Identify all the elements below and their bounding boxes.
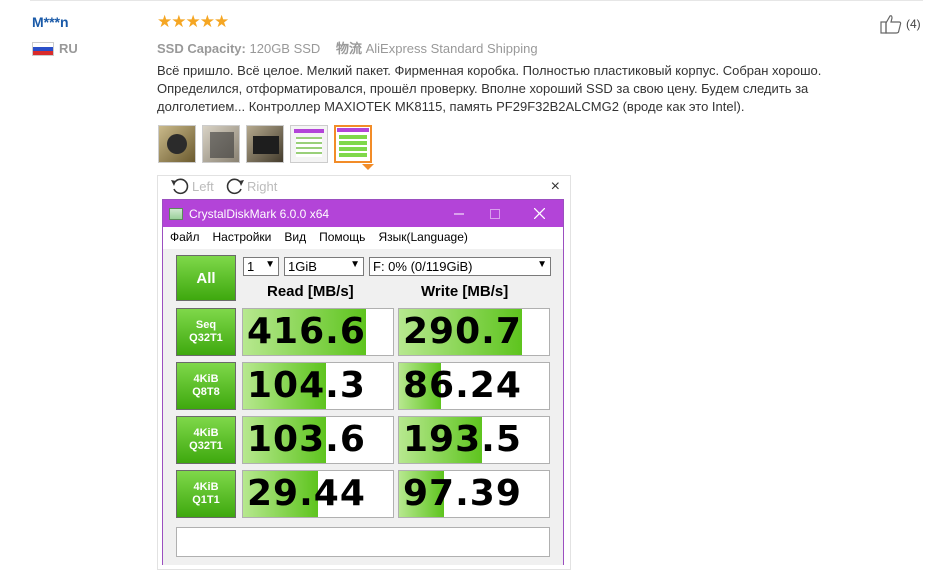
row-label-line1: 4KiB bbox=[193, 427, 219, 439]
crystaldiskmark-window: CrystalDiskMark 6.0.0 x64 Файл Настройки… bbox=[162, 199, 564, 565]
seq-q32t1-button[interactable]: Seq Q32T1 bbox=[176, 308, 236, 356]
read-result-cell: 103.6 bbox=[242, 416, 394, 464]
minimize-icon bbox=[454, 213, 464, 214]
russia-flag-icon bbox=[32, 41, 54, 56]
read-result-value: 416.6 bbox=[247, 311, 366, 352]
write-result-cell: 290.7 bbox=[398, 308, 550, 356]
row-label-line1: Seq bbox=[195, 319, 217, 331]
write-result-value: 290.7 bbox=[403, 311, 522, 352]
row-label-line1: 4KiB bbox=[193, 481, 219, 493]
menu-bar: Файл Настройки Вид Помощь Язык(Language) bbox=[163, 227, 563, 247]
thumbnail-pointer bbox=[362, 164, 374, 170]
crystaldiskmark-app-icon bbox=[169, 207, 183, 220]
menu-view[interactable]: Вид bbox=[284, 230, 306, 244]
4kib-q8t8-button[interactable]: 4KiB Q8T8 bbox=[176, 362, 236, 410]
separator-line bbox=[30, 0, 923, 1]
rotate-left-icon bbox=[171, 178, 189, 195]
window-title: CrystalDiskMark 6.0.0 x64 bbox=[189, 206, 330, 221]
thumbnail-graphic bbox=[210, 132, 234, 158]
4kib-q1t1-button[interactable]: 4KiB Q1T1 bbox=[176, 470, 236, 518]
shipping-value: AliExpress Standard Shipping bbox=[365, 41, 538, 56]
rotate-right-button[interactable]: Right bbox=[225, 177, 277, 195]
read-result-value: 29.44 bbox=[247, 473, 366, 514]
write-column-header: Write [MB/s] bbox=[421, 283, 509, 300]
close-button[interactable] bbox=[521, 200, 557, 227]
read-column-header: Read [MB/s] bbox=[267, 283, 354, 300]
row-label-line2: Q32T1 bbox=[189, 440, 223, 452]
test-count-value: 1 bbox=[247, 259, 255, 274]
rotate-right-icon bbox=[226, 178, 244, 195]
run-all-button[interactable]: All bbox=[176, 255, 236, 301]
helpful-count: (4) bbox=[906, 17, 921, 31]
reviewer-country: RU bbox=[32, 41, 78, 56]
menu-settings[interactable]: Настройки bbox=[213, 230, 272, 244]
chevron-down-icon: ▼ bbox=[537, 259, 547, 270]
row-label-line2: Q1T1 bbox=[192, 494, 220, 506]
row-label-line2: Q8T8 bbox=[192, 386, 220, 398]
comment-field[interactable] bbox=[176, 527, 550, 557]
thumbnail-graphic bbox=[253, 136, 279, 154]
rotate-left-label: Left bbox=[192, 178, 214, 194]
chevron-down-icon: ▼ bbox=[265, 259, 275, 270]
4kib-q32t1-button[interactable]: 4KiB Q32T1 bbox=[176, 416, 236, 464]
row-label-line1: 4KiB bbox=[193, 373, 219, 385]
thumbnail-graphic bbox=[339, 135, 367, 159]
read-result-cell: 416.6 bbox=[242, 308, 394, 356]
menu-help[interactable]: Помощь bbox=[319, 230, 365, 244]
maximize-icon bbox=[490, 208, 500, 219]
rotate-left-button[interactable]: Left bbox=[170, 177, 214, 195]
close-icon bbox=[533, 208, 545, 219]
thumbnail-screenshot-info[interactable] bbox=[290, 125, 328, 163]
capacity-value: 120GB SSD bbox=[249, 41, 321, 56]
thumbnail-graphic bbox=[167, 134, 187, 154]
rotate-right-label: Right bbox=[247, 178, 278, 194]
thumbnail-ssd-board[interactable] bbox=[246, 125, 284, 163]
country-code: RU bbox=[59, 41, 78, 56]
star-rating: ★★★★★ bbox=[157, 12, 229, 31]
maximize-button[interactable] bbox=[477, 200, 513, 227]
shipping-label: 物流 bbox=[335, 41, 362, 56]
review-meta: SSD Capacity: 120GB SSD 物流 AliExpress St… bbox=[157, 38, 538, 57]
read-result-cell: 29.44 bbox=[242, 470, 394, 518]
chevron-down-icon: ▼ bbox=[350, 259, 360, 270]
thumbnail-graphic bbox=[294, 129, 324, 133]
write-result-cell: 193.5 bbox=[398, 416, 550, 464]
thumbnail-ssd-box[interactable] bbox=[158, 125, 196, 163]
write-result-value: 97.39 bbox=[403, 473, 522, 514]
thumbnail-crystaldiskmark[interactable] bbox=[334, 125, 372, 163]
helpful-button[interactable]: (4) bbox=[880, 14, 921, 34]
test-size-value: 1GiB bbox=[288, 259, 317, 274]
window-titlebar: CrystalDiskMark 6.0.0 x64 bbox=[163, 200, 563, 227]
read-result-value: 103.6 bbox=[247, 419, 366, 460]
test-size-select[interactable]: 1GiB ▼ bbox=[284, 257, 364, 276]
menu-language[interactable]: Язык(Language) bbox=[378, 230, 467, 244]
read-result-cell: 104.3 bbox=[242, 362, 394, 410]
write-result-cell: 86.24 bbox=[398, 362, 550, 410]
drive-value: F: 0% (0/119GiB) bbox=[373, 259, 473, 274]
close-viewer-button[interactable]: × bbox=[551, 178, 560, 196]
minimize-button[interactable] bbox=[441, 200, 477, 227]
thumbnail-graphic bbox=[296, 137, 322, 157]
photo-thumbnails bbox=[158, 125, 372, 163]
row-label-line2: Q32T1 bbox=[189, 332, 223, 344]
read-result-value: 104.3 bbox=[247, 365, 366, 406]
reviewer-name: M***n bbox=[32, 14, 69, 30]
write-result-value: 193.5 bbox=[403, 419, 522, 460]
thumbnail-graphic bbox=[337, 128, 369, 132]
menu-file[interactable]: Файл bbox=[170, 230, 200, 244]
thumbs-up-icon bbox=[880, 15, 902, 34]
benchmark-panel: All 1 ▼ 1GiB ▼ F: 0% (0/119GiB) ▼ Read [MB/… bbox=[163, 249, 563, 565]
test-count-select[interactable]: 1 ▼ bbox=[243, 257, 279, 276]
write-result-cell: 97.39 bbox=[398, 470, 550, 518]
write-result-value: 86.24 bbox=[403, 365, 522, 406]
capacity-label: SSD Capacity: bbox=[157, 41, 246, 56]
thumbnail-ssd-open[interactable] bbox=[202, 125, 240, 163]
drive-select[interactable]: F: 0% (0/119GiB) ▼ bbox=[369, 257, 551, 276]
review-text: Всё пришло. Всё целое. Мелкий пакет. Фир… bbox=[157, 63, 822, 114]
